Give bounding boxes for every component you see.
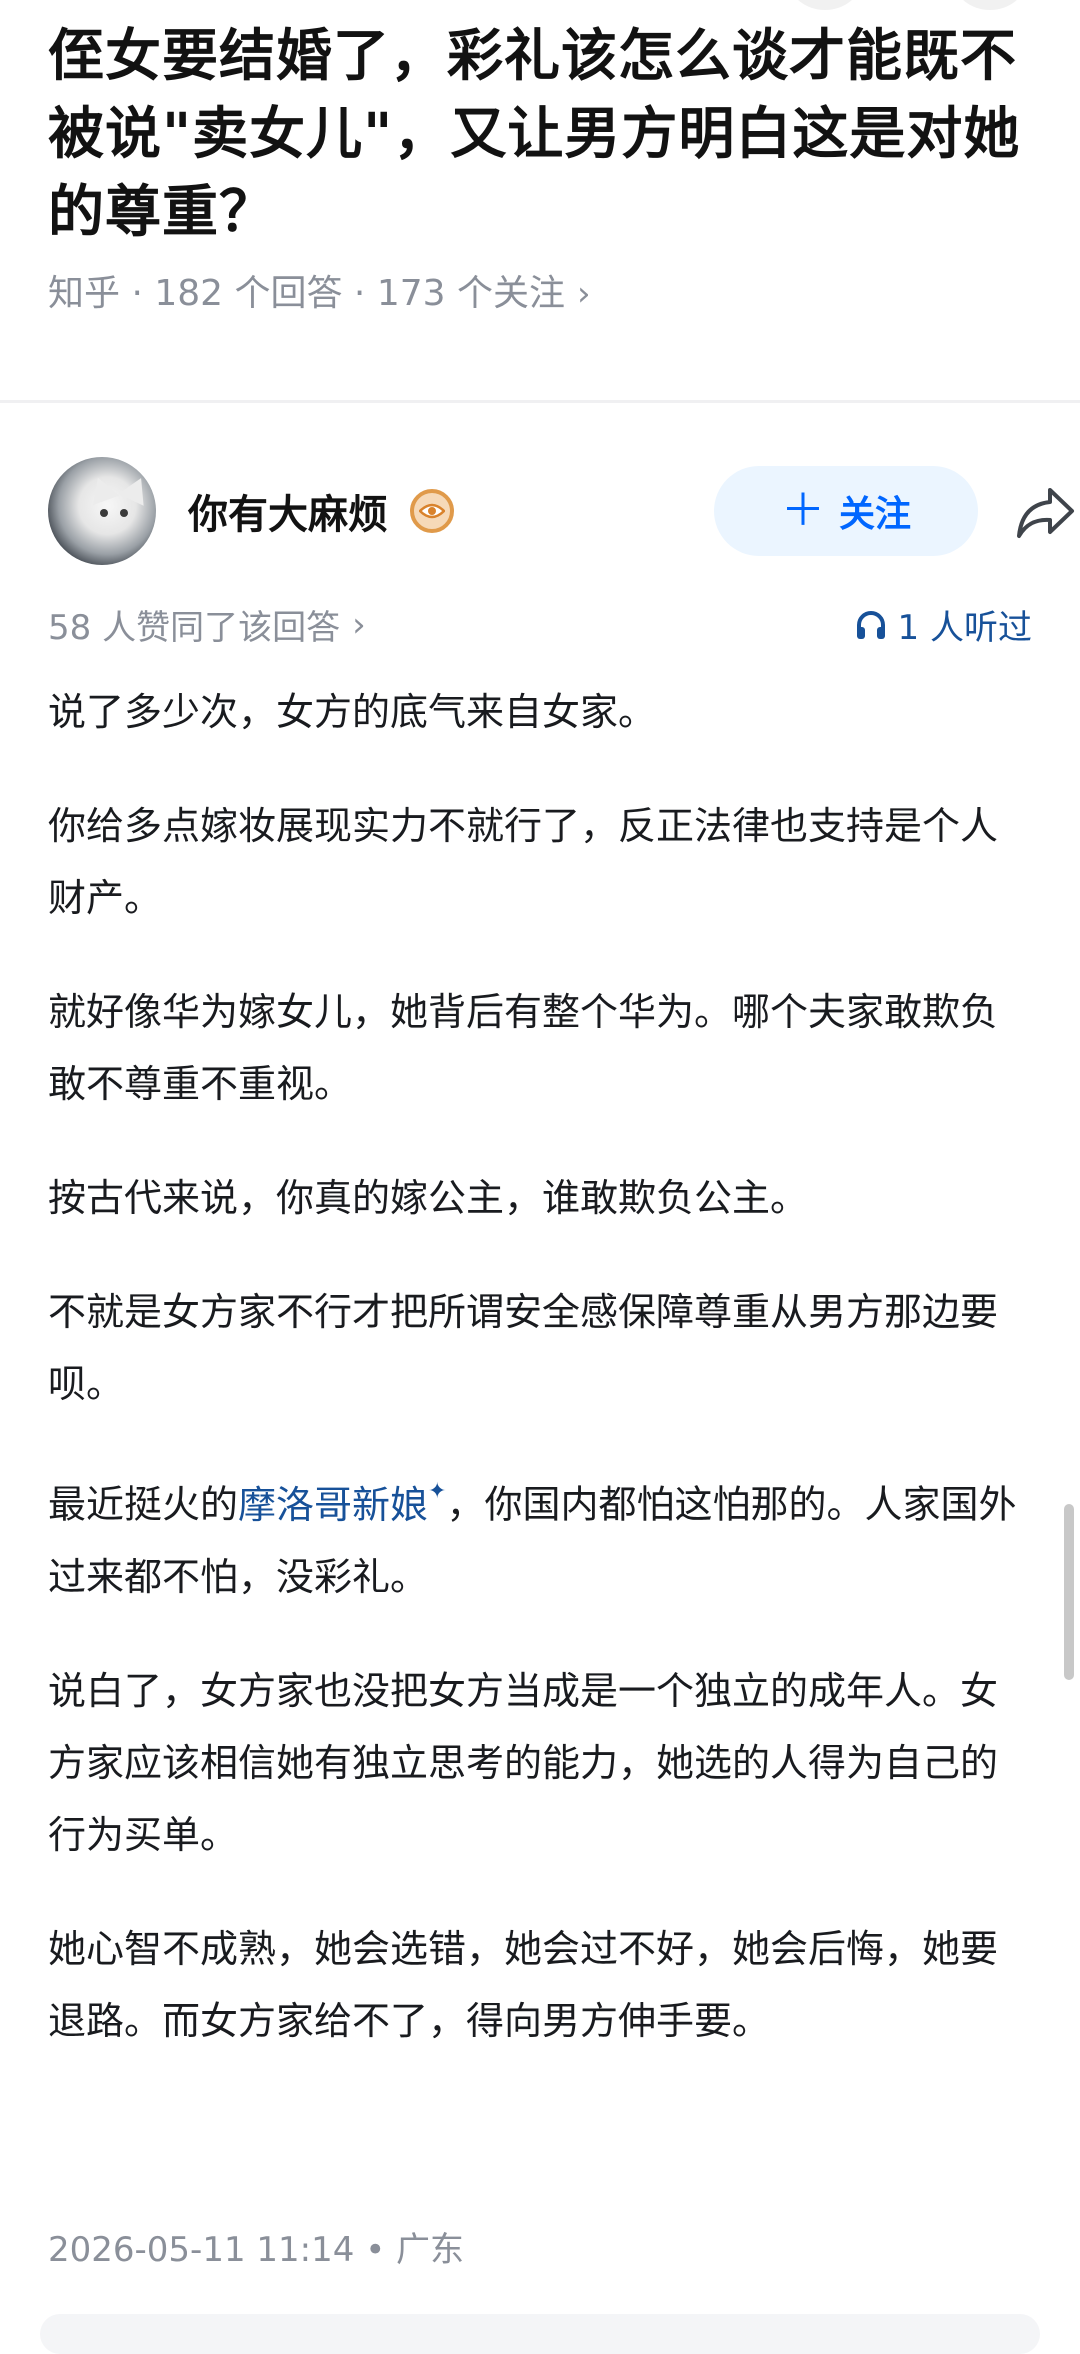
answer-paragraph: 不就是女方家不行才把所谓安全感保障尊重从男方那边要呗。: [48, 1290, 999, 1406]
answer-paragraph: 最近挺火的摩洛哥新娘✦，你国内都怕这怕那的。人家国外过来都不怕，没彩礼。: [48, 1462, 1032, 1613]
top-button-edge: [790, 0, 860, 10]
answer-paragraph: 就好像华为嫁女儿，她背后有整个华为。哪个夫家敢欺负敢不尊重不重视。: [48, 990, 999, 1106]
follow-label: 关注: [838, 494, 911, 535]
likes-summary[interactable]: 58 人赞同了该回答 ›: [48, 600, 366, 649]
answer-paragraph: 说了多少次，女方的底气来自女家。: [48, 690, 657, 734]
topic-link-label: 摩洛哥新娘: [238, 1482, 429, 1527]
post-time-location: 2026-05-11 11:14 • 广东: [48, 2230, 465, 2270]
question-meta-text: 知乎 · 182 个回答 · 173 个关注: [48, 273, 565, 314]
answer-paragraph: 她心智不成熟，她会选错，她会过不好，她会后悔，她要退路。而女方家给不了，得向男方…: [48, 1926, 999, 2043]
scrollbar[interactable]: [1064, 1504, 1074, 1680]
answer-stats: 58 人赞同了该回答 › 1 人听过: [48, 600, 1032, 656]
question-title[interactable]: 侄女要结婚了，彩礼该怎么谈才能既不被说"卖女儿"，又让男方明白这是对她的尊重？: [48, 18, 1038, 252]
chevron-right-icon: ›: [576, 274, 591, 314]
answer-paragraph: 你给多点嫁妆展现实力不就行了，反正法律也支持是个人财产。: [48, 804, 999, 920]
answer-body: 说了多少次，女方的底气来自女家。 你给多点嫁妆展现实力不就行了，反正法律也支持是…: [48, 676, 1032, 2099]
question-meta[interactable]: 知乎 · 182 个回答 · 173 个关注 ›: [48, 270, 1038, 318]
listen-summary[interactable]: 1 人听过: [854, 600, 1032, 649]
top-edge: [0, 0, 1080, 14]
author-row: 你有大麻烦 ＋ 关注: [48, 456, 1074, 566]
question-header: 侄女要结婚了，彩礼该怎么谈才能既不被说"卖女儿"，又让男方明白这是对她的尊重？ …: [48, 18, 1038, 318]
follow-button[interactable]: ＋ 关注: [714, 466, 978, 556]
sparkle-icon: ✦: [428, 1479, 447, 1504]
bottom-panel-edge: [40, 2314, 1040, 2354]
topic-link[interactable]: 摩洛哥新娘✦: [238, 1479, 446, 1527]
avatar-ear: [84, 472, 120, 506]
avatar-eye: [120, 509, 128, 517]
top-button-edge: [955, 0, 1025, 10]
avatar-ear: [118, 472, 154, 506]
share-icon[interactable]: [1016, 484, 1076, 540]
author-name[interactable]: 你有大麻烦: [188, 482, 388, 540]
avatar[interactable]: [48, 457, 156, 565]
eye-badge-icon[interactable]: [410, 489, 454, 533]
listens-text: 1 人听过: [897, 608, 1032, 648]
plus-icon: ＋: [780, 485, 825, 536]
likes-text: 58 人赞同了该回答: [48, 608, 341, 648]
avatar-eye: [100, 509, 108, 517]
answer-paragraph: 按古代来说，你真的嫁公主，谁敢欺负公主。: [48, 1176, 809, 1220]
paragraph-text: 最近挺火的: [48, 1482, 239, 1527]
chevron-right-icon: ›: [352, 604, 366, 645]
answer-paragraph: 说白了，女方家也没把女方当成是一个独立的成年人。女方家应该相信她有独立思考的能力…: [48, 1668, 999, 1857]
section-divider: [0, 400, 1080, 403]
headphones-icon: [856, 610, 885, 639]
